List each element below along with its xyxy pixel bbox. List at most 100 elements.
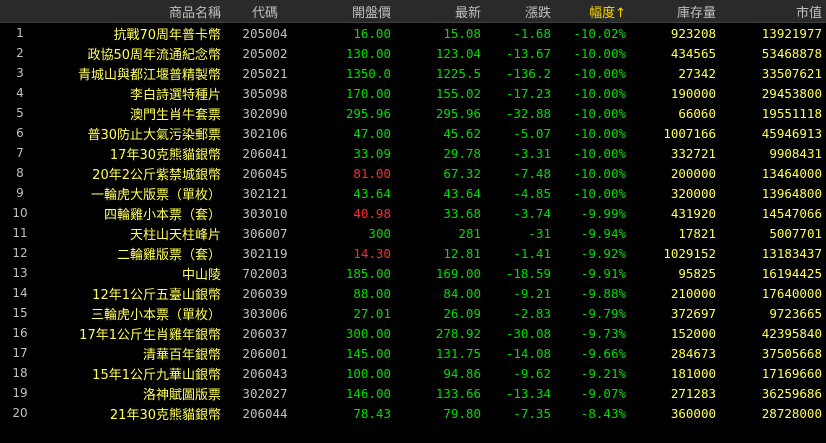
product-name-cell: 抗戰70周年普卡幣 — [113, 27, 221, 43]
header-percent-sorted[interactable]: 幅度↑ — [555, 0, 630, 23]
market-cap-cell: 53468878 — [761, 45, 822, 61]
code-cell: 305098 — [242, 85, 288, 101]
open-price-cell: 300 — [368, 225, 391, 241]
percent-change-cell: -9.99% — [580, 205, 626, 221]
header-row: 商品名稱 代碼 開盤價 最新 漲跌 幅度↑ 庫存量 市值 — [0, 0, 826, 23]
change-cell: -31 — [528, 225, 551, 241]
product-name-cell: 天柱山天柱峰片 — [129, 227, 221, 243]
table-row[interactable]: 18 15年1公斤九華山銀幣 206043 100.00 94.86 -9.62 -9.21… — [0, 363, 826, 383]
code-cell: 302090 — [242, 105, 288, 121]
table-row[interactable]: 19 洛神賦圖版票 302027 146.00 133.66 -13.34 -9.07% 27… — [0, 383, 826, 403]
latest-price-cell: 295.96 — [435, 105, 481, 121]
change-cell: -2.83 — [513, 305, 551, 321]
change-cell: -7.35 — [513, 405, 551, 421]
table-row[interactable]: 1 抗戰70周年普卡幣 205004 16.00 15.08 -1.68 -10.02% 92… — [0, 23, 826, 44]
market-cap-cell: 14547066 — [761, 205, 822, 221]
header-open[interactable]: 開盤價 — [305, 0, 395, 23]
table-row[interactable]: 11 天柱山天柱峰片 306007 300 281 -31 -9.94% 17821 50077… — [0, 223, 826, 243]
table-row[interactable]: 12 二輪雞版票（套） 302119 14.30 12.81 -1.41 -9.92% 102… — [0, 243, 826, 263]
code-cell: 206045 — [242, 165, 288, 181]
latest-price-cell: 94.86 — [443, 365, 481, 381]
latest-price-cell: 43.64 — [443, 185, 481, 201]
row-index: 9 — [16, 186, 24, 200]
product-name-cell: 青城山與都江堰普精製幣 — [77, 67, 221, 83]
market-cap-cell: 33507621 — [761, 65, 822, 81]
latest-price-cell: 15.08 — [443, 25, 481, 41]
table-row[interactable]: 2 政協50周年流通紀念幣 205002 130.00 123.04 -13.67 -10.… — [0, 43, 826, 63]
table-row[interactable]: 14 12年1公斤五臺山銀幣 206039 88.00 84.00 -9.21 -9.88%… — [0, 283, 826, 303]
change-cell: -7.48 — [513, 165, 551, 181]
open-price-cell: 1350.0 — [345, 65, 391, 81]
open-price-cell: 146.00 — [345, 385, 391, 401]
row-index: 16 — [12, 326, 28, 340]
change-cell: -3.31 — [513, 145, 551, 161]
header-code[interactable]: 代碼 — [225, 0, 305, 23]
code-cell: 205002 — [242, 45, 288, 61]
row-index: 1 — [16, 26, 24, 40]
percent-change-cell: -10.00% — [573, 85, 626, 101]
stock-cell: 181000 — [670, 365, 716, 381]
stock-cell: 152000 — [670, 325, 716, 341]
open-price-cell: 81.00 — [353, 165, 391, 181]
table-row[interactable]: 15 三輪虎小本票（單枚） 303006 27.01 26.09 -2.83 -9.79% 3… — [0, 303, 826, 323]
percent-change-cell: -9.92% — [580, 245, 626, 261]
code-cell: 206039 — [242, 285, 288, 301]
open-price-cell: 78.43 — [353, 405, 391, 421]
open-price-cell: 33.09 — [353, 145, 391, 161]
product-name-cell: 洛神賦圖版票 — [142, 387, 221, 403]
table-row[interactable]: 5 澳門生肖牛套票 302090 295.96 295.96 -32.88 -10.00% 6… — [0, 103, 826, 123]
open-price-cell: 145.00 — [345, 345, 391, 361]
market-cap-cell: 19551118 — [761, 105, 822, 121]
table-row[interactable]: 6 普30防止大氣污染郵票 302106 47.00 45.62 -5.07 -10.00%… — [0, 123, 826, 143]
percent-change-cell: -10.00% — [573, 45, 626, 61]
header-latest[interactable]: 最新 — [395, 0, 485, 23]
percent-change-cell: -9.79% — [580, 305, 626, 321]
table-row[interactable]: 10 四輪雞小本票（套） 303010 40.98 33.68 -3.74 -9.99% 43… — [0, 203, 826, 223]
open-price-cell: 40.98 — [353, 205, 391, 221]
code-cell: 206037 — [242, 325, 288, 341]
product-name-cell: 20年2公斤紫禁城銀幣 — [92, 167, 221, 183]
change-cell: -9.21 — [513, 285, 551, 301]
product-name-cell: 15年1公斤九華山銀幣 — [92, 367, 221, 383]
percent-change-cell: -10.00% — [573, 185, 626, 201]
product-name-cell: 清華百年銀幣 — [142, 347, 221, 363]
market-cap-cell: 5007701 — [769, 225, 822, 241]
header-market-cap[interactable]: 市值 — [720, 0, 826, 23]
open-price-cell: 100.00 — [345, 365, 391, 381]
product-name-cell: 12年1公斤五臺山銀幣 — [92, 287, 221, 303]
header-name[interactable]: 商品名稱 — [40, 0, 225, 23]
table-row[interactable]: 16 17年1公斤生肖雞年銀幣 206037 300.00 278.92 -30.08 -9… — [0, 323, 826, 343]
table-row[interactable]: 13 中山陵 702003 185.00 169.00 -18.59 -9.91% 95825… — [0, 263, 826, 283]
table-row[interactable]: 7 17年30克熊貓銀幣 206041 33.09 29.78 -3.31 -10.00% 3… — [0, 143, 826, 163]
table-row[interactable]: 9 一輪虎大版票（單枚） 302121 43.64 43.64 -4.85 -10.00% 3… — [0, 183, 826, 203]
stock-cell: 434565 — [670, 45, 716, 61]
change-cell: -136.2 — [505, 65, 551, 81]
table-row[interactable]: 20 21年30克熊貓銀幣 206044 78.43 79.80 -7.35 -8.43% 3… — [0, 403, 826, 423]
table-row[interactable]: 3 青城山與都江堰普精製幣 205021 1350.0 1225.5 -136.2 -10.… — [0, 63, 826, 83]
table-row[interactable]: 17 清華百年銀幣 206001 145.00 131.75 -14.08 -9.66% 28… — [0, 343, 826, 363]
header-stock[interactable]: 庫存量 — [630, 0, 720, 23]
percent-change-cell: -9.94% — [580, 225, 626, 241]
open-price-cell: 14.30 — [353, 245, 391, 261]
change-cell: -13.34 — [505, 385, 551, 401]
change-cell: -17.23 — [505, 85, 551, 101]
change-cell: -3.74 — [513, 205, 551, 221]
latest-price-cell: 29.78 — [443, 145, 481, 161]
percent-change-cell: -10.02% — [573, 25, 626, 41]
market-cap-cell: 42395840 — [761, 325, 822, 341]
open-price-cell: 300.00 — [345, 325, 391, 341]
stock-cell: 95825 — [678, 265, 716, 281]
percent-change-cell: -9.07% — [580, 385, 626, 401]
code-cell: 302121 — [242, 185, 288, 201]
product-name-cell: 一輪虎大版票（單枚） — [90, 187, 221, 203]
code-cell: 702003 — [242, 265, 288, 281]
latest-price-cell: 79.80 — [443, 405, 481, 421]
table-row[interactable]: 8 20年2公斤紫禁城銀幣 206045 81.00 67.32 -7.48 -10.00%… — [0, 163, 826, 183]
header-change[interactable]: 漲跌 — [485, 0, 555, 23]
percent-change-cell: -9.21% — [580, 365, 626, 381]
table-row[interactable]: 4 李白詩選特種片 305098 170.00 155.02 -17.23 -10.00% 1… — [0, 83, 826, 103]
latest-price-cell: 155.02 — [435, 85, 481, 101]
row-index: 19 — [12, 386, 28, 400]
code-cell: 206041 — [242, 145, 288, 161]
percent-change-cell: -10.00% — [573, 65, 626, 81]
